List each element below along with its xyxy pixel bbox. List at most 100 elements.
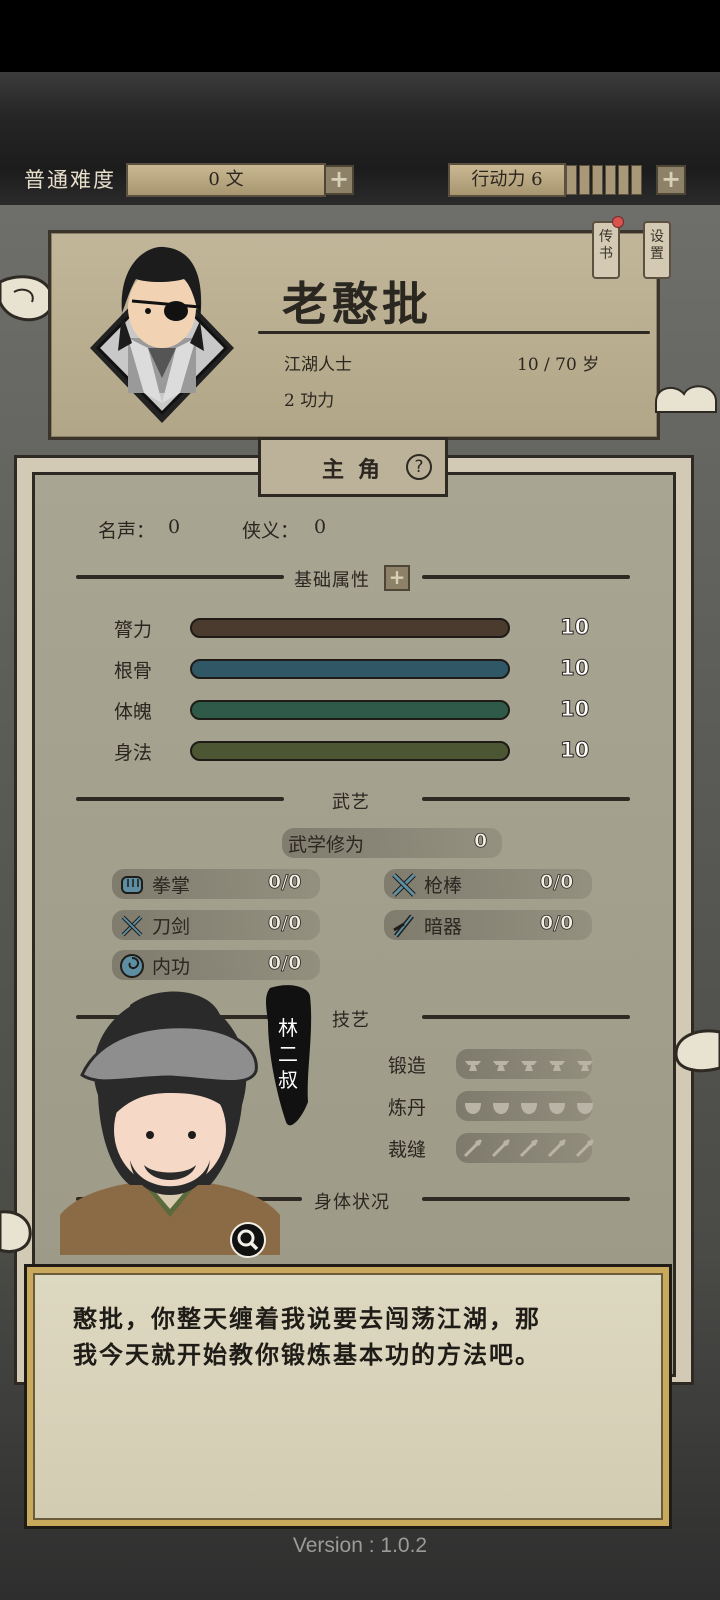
character-age: 10 / 70 岁	[517, 355, 600, 375]
martial-skill-name: 暗器	[424, 916, 463, 938]
section-divider	[422, 575, 630, 579]
fame-value: 0	[168, 516, 181, 538]
craft-name: 裁缝	[388, 1139, 427, 1161]
action-points-bar	[566, 165, 642, 195]
letters-tag-label: 传书	[599, 229, 613, 262]
dialog-box[interactable]: 憨批，你整天缠着我说要去闯荡江湖，那 我今天就开始教你锻炼基本功的方法吧。	[24, 1264, 672, 1529]
currency-display: 0 文	[126, 163, 326, 197]
needle-icon	[519, 1138, 539, 1158]
martial-skill-name: 枪棒	[424, 875, 463, 897]
attribute-name-constitution: 根骨	[114, 660, 153, 682]
dialog-inner: 憨批，你整天缠着我说要去闯荡江湖，那 我今天就开始教你锻炼基本功的方法吧。	[33, 1273, 663, 1520]
martial-skill-value: 0/0	[268, 912, 302, 935]
martial-cultivation-value: 0	[474, 830, 488, 853]
add-attribute-button[interactable]: +	[384, 565, 410, 591]
martial-skill-value: 0/0	[268, 871, 302, 894]
fist-icon	[121, 876, 143, 894]
needle-icon	[491, 1138, 511, 1158]
needle-icon	[547, 1138, 567, 1158]
needle-icon	[463, 1138, 483, 1158]
craft-rating-tailoring	[462, 1137, 596, 1159]
dialog-line: 憨批，你整天缠着我说要去闯荡江湖，那	[73, 1304, 541, 1333]
section-divider	[76, 575, 284, 579]
action-point-segment	[579, 165, 590, 195]
dart-icon	[393, 914, 414, 938]
cloud-ornament-right	[655, 385, 717, 413]
anvil-icon	[577, 1061, 593, 1071]
cauldron-icon	[465, 1103, 481, 1114]
cauldron-icon	[577, 1103, 593, 1114]
npc-portrait[interactable]	[60, 985, 280, 1255]
section-divider	[76, 797, 284, 801]
swirl-icon	[120, 954, 144, 978]
notification-dot	[612, 216, 624, 228]
justice-value: 0	[314, 516, 327, 538]
cloud-ornament-right	[674, 1029, 720, 1073]
difficulty-label: 普通难度	[24, 168, 116, 192]
action-point-segment	[605, 165, 616, 195]
tab-label: 主角	[322, 457, 395, 483]
body-status-title: 身体状况	[314, 1192, 390, 1213]
help-icon[interactable]: ?	[406, 454, 432, 480]
name-divider	[258, 331, 650, 334]
craft-rating-alchemy	[462, 1095, 596, 1117]
attribute-bar-physique	[190, 700, 510, 720]
martial-skill-value: 0/0	[540, 912, 574, 935]
craft-name: 炼丹	[388, 1097, 427, 1119]
cloud-ornament-left	[0, 1210, 32, 1253]
version-label: Version : 1.0.2	[292, 1534, 428, 1557]
settings-tag-button[interactable]: 设置	[643, 221, 671, 279]
anvil-icon	[493, 1061, 509, 1071]
fame-label: 名声：	[98, 520, 156, 542]
cauldron-icon	[549, 1103, 565, 1114]
attribute-name-agility: 身法	[114, 742, 153, 764]
martial-skill-name: 内功	[152, 956, 191, 978]
attributes-title: 基础属性	[294, 570, 370, 591]
crossed-staff-icon	[392, 873, 416, 897]
section-divider	[422, 1015, 630, 1019]
dialog-text: 憨批，你整天缠着我说要去闯荡江湖，那 我今天就开始教你锻炼基本功的方法吧。	[73, 1301, 623, 1373]
martial-skill-value: 0/0	[540, 871, 574, 894]
justice-label: 侠义：	[242, 520, 300, 542]
add-action-points-button[interactable]: +	[656, 165, 686, 195]
inspect-button[interactable]	[230, 1222, 266, 1258]
martial-cultivation-label: 武学修为	[288, 834, 365, 856]
anvil-icon	[549, 1061, 565, 1071]
character-name: 老憨批	[282, 277, 432, 331]
action-point-segment	[566, 165, 577, 195]
anvil-icon	[465, 1061, 481, 1071]
player-portrait[interactable]	[88, 243, 236, 428]
action-point-segment	[631, 165, 642, 195]
attribute-value-strength: 10	[559, 615, 590, 640]
section-divider	[422, 1197, 630, 1201]
craft-name: 锻造	[388, 1055, 427, 1077]
dialog-line: 我今天就开始教你锻炼基本功的方法吧。	[73, 1340, 541, 1369]
crossed-swords-icon	[121, 915, 143, 937]
attribute-bar-constitution	[190, 659, 510, 679]
attribute-name-strength: 膂力	[114, 619, 153, 641]
npc-name: 林二叔	[278, 1016, 298, 1092]
cauldron-icon	[493, 1103, 509, 1114]
crafts-title: 技艺	[332, 1010, 370, 1031]
cauldron-icon	[521, 1103, 537, 1114]
section-divider	[422, 797, 630, 801]
attribute-name-physique: 体魄	[114, 701, 153, 723]
action-points-display: 行动力 6	[448, 163, 566, 197]
letters-tag-button[interactable]: 传书	[592, 221, 620, 279]
attribute-value-agility: 10	[559, 738, 590, 763]
needle-icon	[575, 1138, 595, 1158]
settings-tag-label: 设置	[650, 229, 664, 262]
magnifier-icon	[237, 1229, 259, 1251]
action-point-segment	[592, 165, 603, 195]
status-bar	[0, 0, 720, 72]
action-points-label: 行动力 6	[471, 169, 543, 190]
craft-rating-forging	[462, 1053, 596, 1075]
add-currency-button[interactable]: +	[324, 165, 354, 195]
martial-title: 武艺	[332, 792, 370, 813]
martial-skill-name: 刀剑	[152, 916, 191, 938]
action-point-segment	[618, 165, 629, 195]
attribute-bar-strength	[190, 618, 510, 638]
currency-value: 0 文	[208, 169, 244, 190]
attribute-bar-agility	[190, 741, 510, 761]
attribute-value-constitution: 10	[559, 656, 590, 681]
